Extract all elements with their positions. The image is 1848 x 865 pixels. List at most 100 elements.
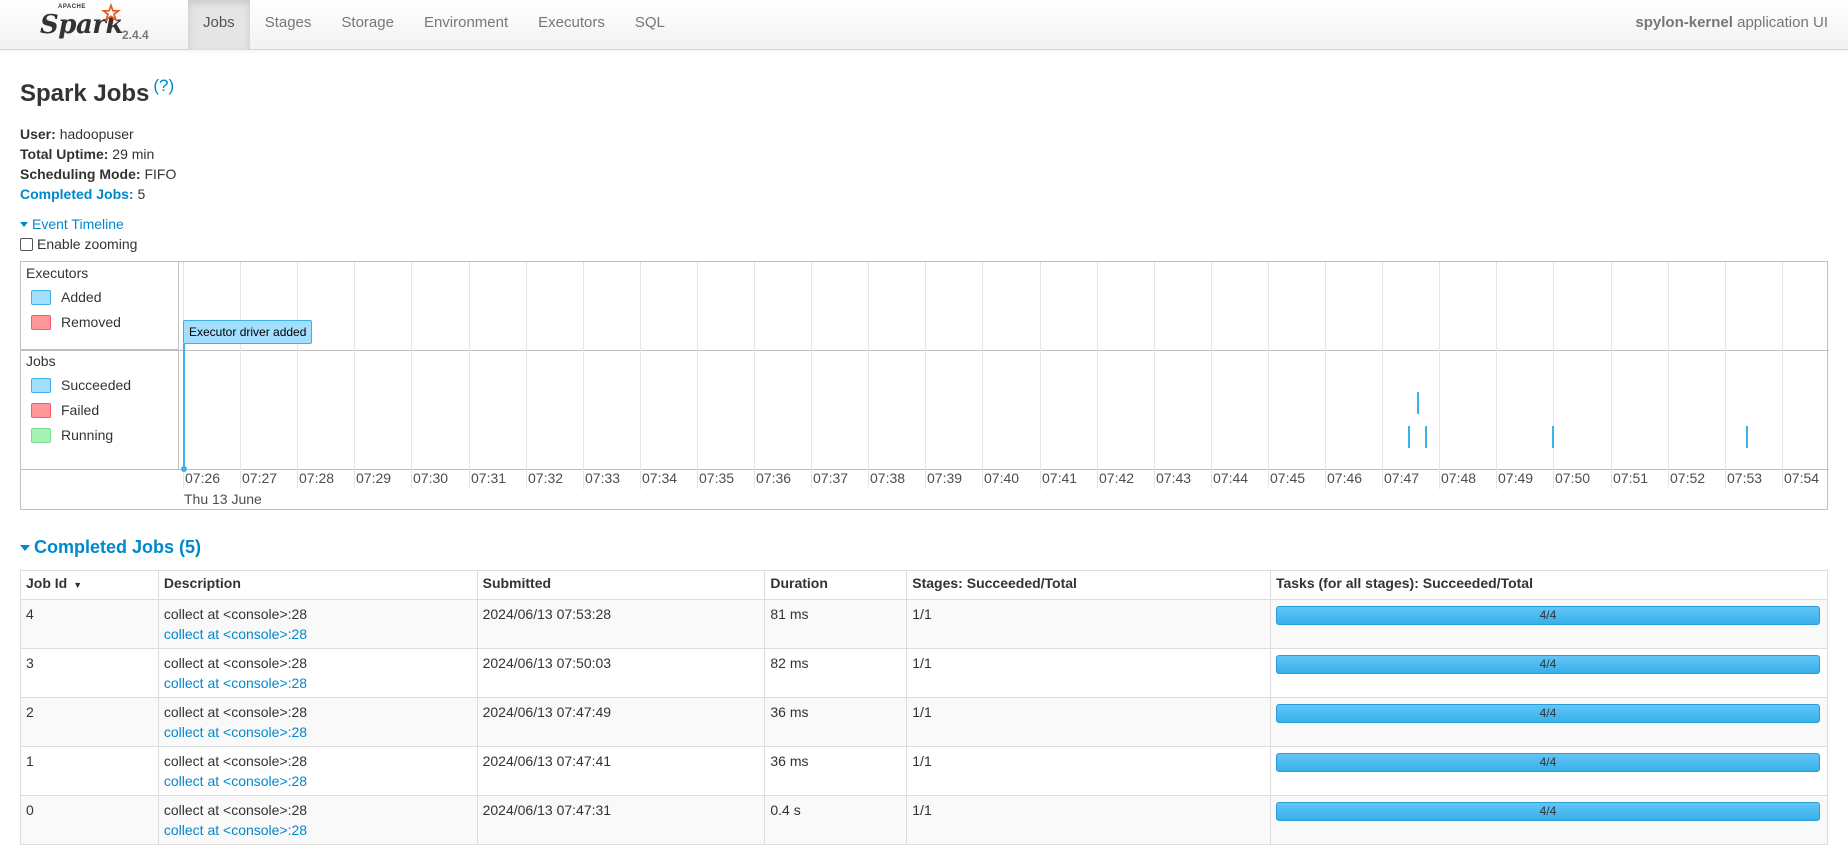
job-marker[interactable] <box>1552 426 1554 448</box>
job-duration: 82 ms <box>764 648 908 698</box>
succeeded-swatch <box>31 378 51 393</box>
job-submitted: 2024/06/13 07:47:41 <box>476 746 766 796</box>
timeline-tick <box>1439 469 1440 489</box>
user-value: hadoopuser <box>59 126 134 142</box>
page-title-text: Spark Jobs <box>20 80 150 107</box>
job-submitted: 2024/06/13 07:50:03 <box>476 648 766 698</box>
timeline-tick-label: 07:50 <box>1555 470 1591 486</box>
timeline-gridline <box>1668 262 1669 469</box>
timeline-tick <box>183 469 184 489</box>
jobs-title: Jobs <box>26 353 56 369</box>
timeline-gridline <box>1725 262 1726 469</box>
timeline-gridline <box>1040 262 1041 469</box>
completed-jobs-link[interactable]: Completed Jobs: <box>20 186 134 202</box>
table-row: 2 collect at <console>:28 collect at <con… <box>20 697 1829 747</box>
completed-jobs-toggle[interactable]: Completed Jobs (5) <box>20 537 201 558</box>
app-name-suffix: application UI <box>1732 14 1828 31</box>
timeline-tick-label: 07:35 <box>699 470 735 486</box>
app-name: spylon-kernel application UI <box>1635 0 1828 45</box>
spark-logo[interactable]: APACHE Spark 2.4.4 <box>38 2 158 46</box>
job-link[interactable]: collect at <console>:28 <box>164 675 307 691</box>
tab-stages[interactable]: Stages <box>250 0 327 50</box>
scheduling-mode-label: Scheduling Mode: <box>20 166 141 182</box>
completed-jobs-table: Job Id ▼ Description Submitted Duration S… <box>20 570 1829 845</box>
header-job-id[interactable]: Job Id ▼ <box>20 570 159 600</box>
tab-storage[interactable]: Storage <box>326 0 409 50</box>
job-description: collect at <console>:28 collect at <conso… <box>157 795 478 845</box>
tasks-progress-bar: 4/4 <box>1275 704 1820 723</box>
job-link[interactable]: collect at <console>:28 <box>164 724 307 740</box>
job-marker[interactable] <box>1408 426 1410 448</box>
timeline-tick-label: 07:48 <box>1441 470 1477 486</box>
timeline-tick <box>354 469 355 489</box>
timeline-tick <box>411 469 412 489</box>
timeline-tick <box>1611 469 1612 489</box>
timeline-tick-label: 07:34 <box>642 470 678 486</box>
timeline-gridline <box>1097 262 1098 469</box>
job-duration: 81 ms <box>764 599 908 649</box>
job-link[interactable]: collect at <console>:28 <box>164 822 307 838</box>
help-link[interactable]: (?) <box>153 76 174 95</box>
timeline-tick-label: 07:41 <box>1042 470 1078 486</box>
uptime-value: 29 min <box>112 146 155 162</box>
completed-jobs-count: 5 <box>137 186 146 202</box>
table-row: 0 collect at <console>:28 collect at <con… <box>20 795 1829 845</box>
job-marker[interactable] <box>1746 426 1748 448</box>
job-id: 3 <box>20 648 159 698</box>
job-stages: 1/1 <box>906 746 1271 796</box>
job-stages: 1/1 <box>906 795 1271 845</box>
job-stages: 1/1 <box>906 697 1271 747</box>
caret-down-icon <box>20 545 30 551</box>
header-tasks[interactable]: Tasks (for all stages): Succeeded/Total <box>1269 570 1829 600</box>
job-tasks: 4/4 <box>1269 599 1829 649</box>
enable-zooming-checkbox[interactable] <box>20 238 33 251</box>
tab-jobs[interactable]: Jobs <box>188 0 250 50</box>
job-link[interactable]: collect at <console>:28 <box>164 773 307 789</box>
job-description: collect at <console>:28 collect at <conso… <box>157 746 478 796</box>
timeline-tick-label: 07:42 <box>1099 470 1135 486</box>
timeline-gridline <box>1382 262 1383 469</box>
timeline-gridline <box>1782 262 1783 469</box>
job-duration: 36 ms <box>764 746 908 796</box>
timeline-tick <box>1553 469 1554 489</box>
removed-swatch <box>31 315 51 330</box>
job-description: collect at <console>:28 collect at <conso… <box>157 599 478 649</box>
timeline-gridline <box>1154 262 1155 469</box>
timeline-tick-label: 07:54 <box>1784 470 1820 486</box>
caret-down-icon <box>20 222 28 227</box>
timeline-tick-label: 07:51 <box>1613 470 1649 486</box>
header-submitted[interactable]: Submitted <box>476 570 766 600</box>
job-marker[interactable] <box>1417 392 1419 414</box>
header-duration[interactable]: Duration <box>764 570 908 600</box>
tab-executors[interactable]: Executors <box>523 0 620 50</box>
header-description[interactable]: Description <box>157 570 478 600</box>
job-tasks: 4/4 <box>1269 697 1829 747</box>
tab-environment[interactable]: Environment <box>409 0 523 50</box>
event-timeline-toggle[interactable]: Event Timeline <box>20 216 124 232</box>
timeline-tick <box>1325 469 1326 489</box>
tasks-progress-bar: 4/4 <box>1275 606 1820 625</box>
job-link[interactable]: collect at <console>:28 <box>164 626 307 642</box>
table-row: 4 collect at <console>:28 collect at <con… <box>20 599 1829 649</box>
job-tasks: 4/4 <box>1269 795 1829 845</box>
timeline-tick-label: 07:27 <box>242 470 278 486</box>
job-marker[interactable] <box>1425 426 1427 448</box>
completed-jobs-title: Completed Jobs (5) <box>34 537 202 557</box>
event-timeline[interactable]: Executors Added Removed Jobs Succeeded F… <box>20 261 1829 510</box>
timeline-tick <box>640 469 641 489</box>
timeline-tick <box>811 469 812 489</box>
timeline-gridline <box>240 262 241 469</box>
executor-driver-added-item[interactable]: Executor driver added <box>183 320 313 344</box>
timeline-gridline <box>1496 262 1497 469</box>
timeline-tick <box>1154 469 1155 489</box>
spark-star-icon <box>101 3 121 22</box>
tab-sql[interactable]: SQL <box>620 0 680 50</box>
enable-zooming-label: Enable zooming <box>37 236 138 252</box>
timeline-tick <box>297 469 298 489</box>
header-stages[interactable]: Stages: Succeeded/Total <box>906 570 1271 600</box>
timeline-tick-label: 07:39 <box>927 470 963 486</box>
enable-zooming[interactable]: Enable zooming <box>20 236 137 252</box>
timeline-tick-label: 07:49 <box>1498 470 1534 486</box>
timeline-gridline <box>1268 262 1269 469</box>
tasks-progress-bar: 4/4 <box>1275 802 1820 821</box>
